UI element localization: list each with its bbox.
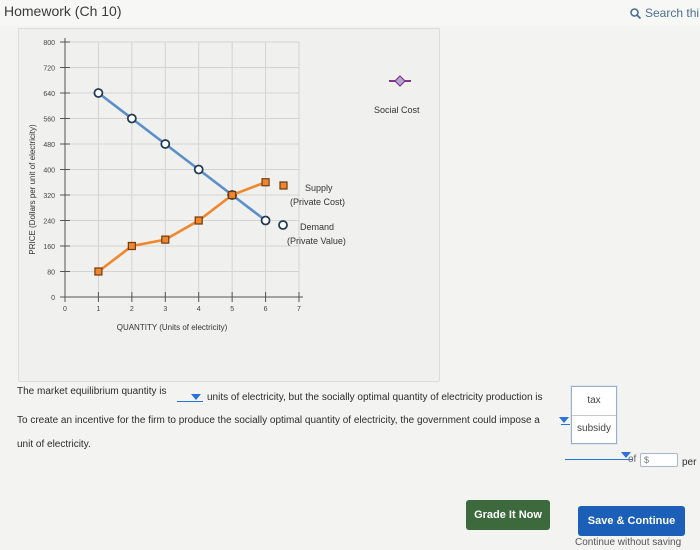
- y-tick-label: 640: [43, 91, 55, 98]
- chart-series[interactable]: [93, 88, 271, 276]
- per-label: per: [682, 457, 697, 468]
- x-tick-label: 5: [230, 306, 234, 313]
- optimal-quantity-dropdown[interactable]: [559, 417, 571, 425]
- demand-label-line1: Demand: [300, 222, 334, 232]
- question-1-after: units of electricity, but the socially o…: [207, 392, 543, 403]
- demand-point[interactable]: [93, 88, 104, 98]
- supply-point[interactable]: [161, 235, 170, 244]
- social-cost-legend-icon[interactable]: [394, 75, 406, 87]
- dropdown-option-tax[interactable]: tax: [572, 387, 616, 415]
- x-tick-label: 6: [264, 306, 268, 313]
- supply-legend-icon: [279, 181, 288, 190]
- social-cost-label: Social Cost: [374, 105, 420, 115]
- y-tick-label: 320: [43, 193, 55, 200]
- y-tick-label: 480: [43, 142, 55, 149]
- series-line[interactable]: [97, 91, 267, 222]
- equilibrium-quantity-dropdown[interactable]: [177, 394, 203, 402]
- series-line[interactable]: [97, 181, 267, 273]
- supply-label-line1: Supply: [305, 183, 333, 193]
- question-2-line-2: unit of electricity.: [17, 439, 91, 450]
- search-link[interactable]: Search thi: [630, 6, 699, 22]
- demand-label-line2: (Private Value): [287, 236, 346, 246]
- search-icon: [630, 8, 642, 22]
- supply-point[interactable]: [261, 178, 270, 187]
- supply-point[interactable]: [127, 241, 136, 251]
- question-1-before: The market equilibrium quantity is: [17, 386, 167, 397]
- supply-point[interactable]: [94, 267, 103, 276]
- assignment-title: Homework (Ch 10): [4, 3, 122, 19]
- supply-demand-chart[interactable]: 0 80 160 240 320 400 480 560 640 720 800 0 1 2 3 4 5 6 7 Q…: [19, 29, 439, 381]
- demand-point[interactable]: [160, 139, 171, 149]
- top-bar: Homework (Ch 10) Search thi: [0, 0, 700, 26]
- y-tick-label: 560: [43, 117, 55, 124]
- x-tick-label: 3: [163, 306, 167, 313]
- supply-point[interactable]: [194, 216, 203, 225]
- policy-amount-input[interactable]: $: [640, 453, 678, 467]
- policy-type-dropdown[interactable]: [565, 452, 633, 460]
- x-tick-label: 0: [63, 306, 67, 313]
- question-2-line-1: To create an incentive for the firm to p…: [17, 415, 540, 426]
- x-axis-label: QUANTITY (Units of electricity): [117, 323, 228, 332]
- y-tick-label: 0: [51, 295, 55, 302]
- x-tick-label: 1: [96, 306, 100, 313]
- chart-grid: [65, 41, 300, 297]
- demand-point[interactable]: [260, 215, 271, 226]
- continue-without-saving-link[interactable]: Continue without saving: [575, 537, 681, 548]
- y-tick-label: 400: [43, 168, 55, 175]
- x-tick-label: 2: [130, 306, 134, 313]
- save-continue-button[interactable]: Save & Continue: [578, 506, 685, 536]
- dropdown-option-subsidy[interactable]: subsidy: [572, 415, 616, 444]
- y-tick-label: 800: [43, 40, 55, 47]
- demand-point[interactable]: [193, 164, 204, 175]
- demand-point[interactable]: [126, 113, 137, 124]
- y-tick-label: 80: [47, 270, 55, 277]
- graph-panel: 0 80 160 240 320 400 480 560 640 720 800 0 1 2 3 4 5 6 7 Q…: [18, 28, 440, 382]
- of-label: of: [628, 454, 637, 465]
- y-tick-label: 720: [43, 66, 55, 73]
- chart-labels: QUANTITY (Units of electricity) PRICE (Do…: [28, 75, 420, 332]
- grade-it-now-button[interactable]: Grade It Now: [466, 500, 550, 530]
- x-tick-label: 7: [297, 306, 301, 313]
- x-tick-label: 4: [197, 306, 201, 313]
- supply-point[interactable]: [228, 190, 237, 200]
- tax-subsidy-dropdown-menu[interactable]: tax subsidy: [571, 386, 617, 444]
- demand-legend-icon: [278, 220, 288, 230]
- y-tick-label: 240: [43, 219, 55, 226]
- supply-label-line2: (Private Cost): [290, 197, 345, 207]
- y-axis-label: PRICE (Dollars per unit of electricity): [28, 124, 37, 255]
- y-tick-label: 160: [43, 244, 55, 251]
- search-label: Search thi: [645, 6, 700, 20]
